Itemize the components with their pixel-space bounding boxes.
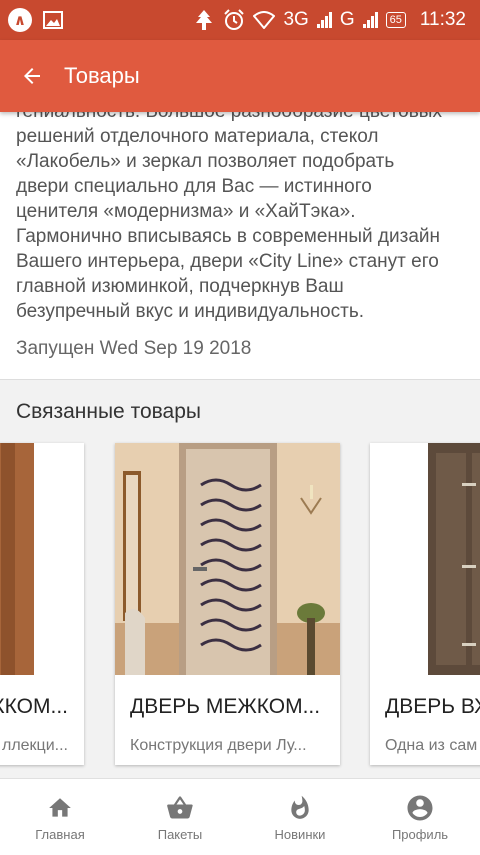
nav-item-new[interactable]: Новинки xyxy=(240,779,360,855)
description-line: двери специально для Вас — истинного xyxy=(16,176,372,197)
image-notification-icon xyxy=(42,9,64,31)
description-line: «Лакобель» и зеркал позволяет подобрать xyxy=(16,151,395,172)
product-title: ЖКОМ... xyxy=(0,695,68,718)
product-content[interactable]: гениальность. Большое разнообразие цвето… xyxy=(0,112,480,778)
description-line: Гармонично вписываясь в современный диза… xyxy=(16,226,441,247)
product-title: ДВЕРЬ ВХ xyxy=(385,695,480,718)
nav-item-packages[interactable]: Пакеты xyxy=(120,779,240,855)
arrow-back-icon xyxy=(24,68,40,84)
description-line: безупречный вкус и индивидуальность. xyxy=(16,301,365,322)
product-image xyxy=(370,443,480,675)
related-product-card[interactable]: ДВЕРЬ ВХ Одна из сам xyxy=(370,443,480,765)
nav-item-profile[interactable]: Профиль xyxy=(360,779,480,855)
app-notification-icon: ∧ xyxy=(8,8,32,32)
product-subtitle: Одна из сам xyxy=(385,737,478,754)
signal-icon-2 xyxy=(362,12,378,28)
product-title: ДВЕРЬ МЕЖКОМ... xyxy=(130,695,321,718)
nav-label: Главная xyxy=(35,826,85,842)
page-title: Товары xyxy=(64,63,140,88)
description-line: гениальность. Большое разнообразие цвето… xyxy=(16,112,474,124)
related-product-card[interactable]: ДВЕРЬ МЕЖКОМ... Конструкция двери Лу... xyxy=(115,443,340,765)
account-icon xyxy=(405,793,435,823)
product-image xyxy=(0,443,84,675)
battery-indicator: 65 xyxy=(385,12,406,28)
app-bar: Товары xyxy=(0,40,480,112)
tree-icon xyxy=(193,9,215,31)
network-type-3g: 3G xyxy=(283,9,309,30)
status-bar: ∧ 3G G 65 11:32 xyxy=(0,0,480,40)
related-product-card[interactable]: ЖКОМ... ллекци... xyxy=(0,443,84,765)
network-type-g: G xyxy=(339,9,355,30)
clock: 11:32 xyxy=(419,9,466,30)
nav-item-home[interactable]: Главная xyxy=(0,779,120,855)
product-subtitle: Конструкция двери Лу... xyxy=(130,737,307,754)
signal-icon xyxy=(316,12,332,28)
back-button[interactable] xyxy=(0,40,64,112)
nav-label: Пакеты xyxy=(157,826,203,842)
description-line: решений отделочного материала, стекол xyxy=(16,126,379,147)
fire-icon xyxy=(285,793,315,823)
description-line: ценителя «модернизма» и «ХайТэка». xyxy=(16,201,356,222)
product-subtitle: ллекци... xyxy=(1,737,68,754)
nav-label: Новинки xyxy=(274,826,326,842)
alarm-icon xyxy=(223,9,245,31)
related-products-title: Связанные товары xyxy=(16,400,202,423)
description-line: главной изюминкой, подчеркнув Ваш xyxy=(16,276,344,297)
home-icon xyxy=(45,793,75,823)
launch-date: Запущен Wed Sep 19 2018 xyxy=(16,338,252,359)
nav-label: Профиль xyxy=(391,826,449,842)
product-image xyxy=(115,443,340,675)
related-products-section: Связанные товары ЖКОМ... ллекци... xyxy=(0,380,480,778)
basket-icon xyxy=(165,793,195,823)
product-description: гениальность. Большое разнообразие цвето… xyxy=(16,112,474,324)
wifi-icon xyxy=(253,9,276,31)
bottom-navigation: Главная Пакеты Новинки Профиль xyxy=(0,778,480,855)
description-line: Вашего интерьера, двери «City Line» стан… xyxy=(16,251,439,272)
